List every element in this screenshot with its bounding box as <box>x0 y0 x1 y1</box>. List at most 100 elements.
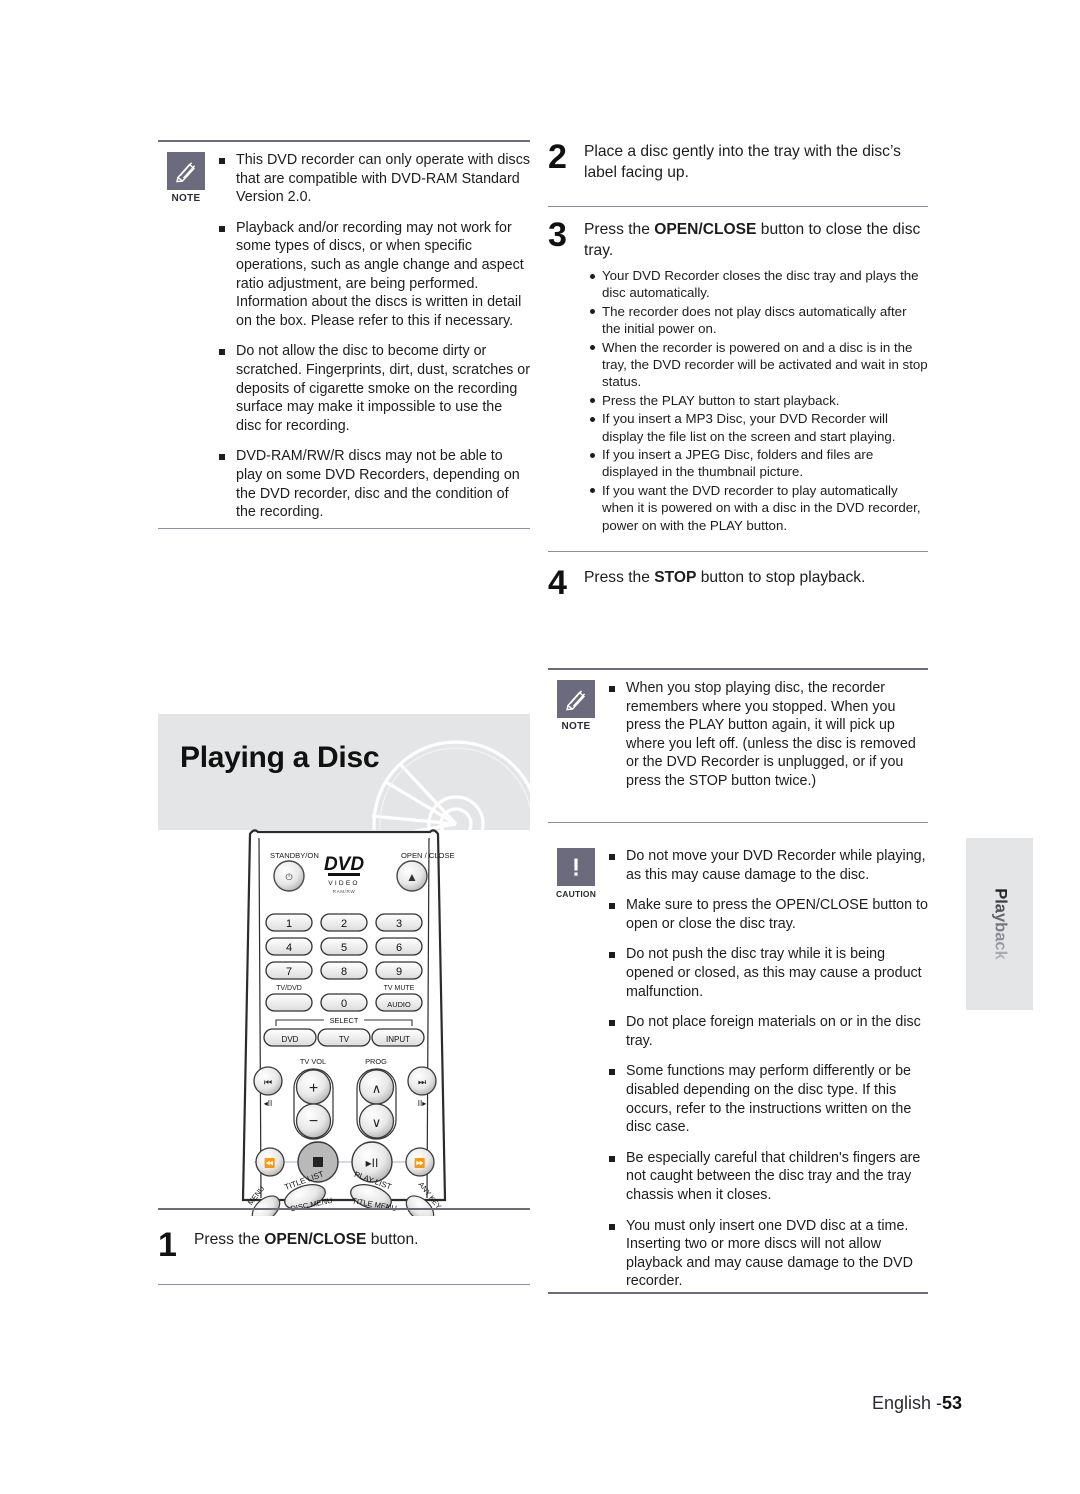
svg-text:SELECT: SELECT <box>330 1016 359 1025</box>
note-icon-wrap: NOTE <box>548 670 604 732</box>
list-item: Playback and/or recording may not work f… <box>214 219 530 331</box>
caution-icon-wrap: CAUTION <box>548 838 604 899</box>
note-bullet-list: When you stop playing disc, the recorder… <box>604 679 928 791</box>
list-item: Your DVD Recorder closes the disc tray a… <box>588 267 928 302</box>
note-bullet-list: This DVD recorder can only operate with … <box>214 151 530 522</box>
footer-language: English - <box>871 1393 942 1413</box>
svg-text:5: 5 <box>341 942 347 954</box>
divider-step3-step4 <box>548 551 928 552</box>
svg-text:VIDEO: VIDEO <box>328 880 360 887</box>
step4-bold: STOP <box>654 569 697 586</box>
right-column: 2 Place a disc gently into the tray with… <box>548 0 928 1494</box>
svg-text:▸II: ▸II <box>366 1156 379 1170</box>
side-tab-label: Playback <box>991 888 1009 960</box>
svg-text:+: + <box>309 1080 318 1097</box>
side-tab-playback: Playback <box>966 838 1033 1010</box>
list-item: You must only insert one DVD disc at a t… <box>604 1217 928 1291</box>
svg-text:∨: ∨ <box>372 1115 382 1130</box>
caution-box: CAUTION Do not move your DVD Recorder wh… <box>548 838 928 1291</box>
divider-above-step1 <box>158 1208 530 1210</box>
svg-text:TV VOL: TV VOL <box>300 1057 326 1066</box>
divider-step2-step3 <box>548 206 928 207</box>
step-number: 1 <box>158 1226 177 1264</box>
svg-text:TV: TV <box>339 1035 350 1044</box>
svg-text:DVD: DVD <box>324 854 364 875</box>
caution-label: CAUTION <box>555 889 597 899</box>
svg-text:0: 0 <box>341 998 347 1010</box>
list-item: If you insert a JPEG Disc, folders and f… <box>588 446 928 481</box>
list-item: If you want the DVD recorder to play aut… <box>588 482 928 534</box>
svg-text:9: 9 <box>396 966 402 978</box>
step-number: 3 <box>548 216 567 254</box>
list-item: Be especially careful that children's fi… <box>604 1149 928 1205</box>
svg-text:8: 8 <box>341 966 347 978</box>
note-body: When you stop playing disc, the recorder… <box>604 670 928 791</box>
step3-before: Press the <box>584 221 655 238</box>
step-3: 3 Press the OPEN/CLOSE button to close t… <box>548 218 928 535</box>
divider-below-note-left <box>158 528 530 529</box>
list-item: Do not push the disc tray while it is be… <box>604 945 928 1001</box>
list-item: This DVD recorder can only operate with … <box>214 151 530 207</box>
footer-page-number: 53 <box>941 1393 962 1413</box>
step-number: 4 <box>548 564 567 602</box>
caution-body: Do not move your DVD Recorder while play… <box>604 838 928 1291</box>
svg-text:◂II: ◂II <box>264 1099 272 1108</box>
svg-text:∧: ∧ <box>372 1081 382 1096</box>
svg-text:TV MUTE: TV MUTE <box>384 985 415 992</box>
step3-bullet-list: Your DVD Recorder closes the disc tray a… <box>588 267 928 534</box>
svg-text:⏻: ⏻ <box>285 872 292 882</box>
divider-note-caution <box>548 822 928 823</box>
note-label: NOTE <box>171 193 201 204</box>
step-2: 2 Place a disc gently into the tray with… <box>548 140 928 183</box>
list-item: Some functions may perform differently o… <box>604 1062 928 1136</box>
step4-after: button to stop playback. <box>696 569 866 586</box>
pencil-icon <box>167 152 205 190</box>
svg-text:1: 1 <box>286 918 292 930</box>
step4-before: Press the <box>584 569 655 586</box>
svg-text:AUDIO: AUDIO <box>387 1000 411 1009</box>
step-text: Press the STOP button to stop playback. <box>584 566 865 589</box>
list-item: If you insert a MP3 Disc, your DVD Recor… <box>588 410 928 445</box>
disc-graphic-icon <box>348 720 530 830</box>
svg-text:▲: ▲ <box>406 870 418 884</box>
pencil-icon <box>557 680 595 718</box>
step-1-block: 1 Press the OPEN/CLOSE button. <box>158 1208 530 1264</box>
note-body: This DVD recorder can only operate with … <box>214 142 530 522</box>
list-item: When the recorder is powered on and a di… <box>588 339 928 391</box>
svg-text:RAM/RW: RAM/RW <box>333 889 356 894</box>
svg-text:DVD: DVD <box>282 1035 299 1044</box>
step-4: 4 Press the STOP button to stop playback… <box>548 564 928 602</box>
step-text: Press the OPEN/CLOSE button. <box>194 1228 418 1251</box>
remote-control-illustration: STANDBY/ON ⏻ DVD VIDEO RAM/RW OPEN / CLO… <box>158 826 530 1216</box>
svg-text:OPEN / CLOSE: OPEN / CLOSE <box>401 851 455 860</box>
svg-text:⏮: ⏮ <box>264 1077 272 1087</box>
list-item: Do not move your DVD Recorder while play… <box>604 847 928 884</box>
manual-page: NOTE This DVD recorder can only operate … <box>0 0 1080 1494</box>
caution-bullet-list: Do not move your DVD Recorder while play… <box>604 847 928 1291</box>
step1-after: button. <box>366 1231 419 1248</box>
step1-bold: OPEN/CLOSE <box>264 1231 367 1248</box>
list-item: Make sure to press the OPEN/CLOSE button… <box>604 896 928 933</box>
svg-text:⏩: ⏩ <box>414 1157 425 1168</box>
svg-text:7: 7 <box>286 966 292 978</box>
note-icon-wrap: NOTE <box>158 142 214 204</box>
exclamation-icon <box>557 848 595 886</box>
step-text: Place a disc gently into the tray with t… <box>584 143 901 181</box>
step1-before: Press the <box>194 1231 265 1248</box>
list-item: Do not place foreign materials on or in … <box>604 1013 928 1050</box>
svg-text:TV/DVD: TV/DVD <box>276 985 302 992</box>
list-item: The recorder does not play discs automat… <box>588 303 928 338</box>
note-label: NOTE <box>561 721 591 732</box>
page-footer: English -53 <box>872 1393 962 1414</box>
list-item: DVD-RAM/RW/R discs may not be able to pl… <box>214 447 530 521</box>
svg-text:II▸: II▸ <box>418 1099 426 1108</box>
divider-below-step1 <box>158 1284 530 1285</box>
list-item: Do not allow the disc to become dirty or… <box>214 342 530 435</box>
list-item: When you stop playing disc, the recorder… <box>604 679 928 791</box>
svg-text:⏭: ⏭ <box>418 1077 426 1087</box>
divider-bottom-right <box>548 1292 928 1294</box>
svg-text:PROG: PROG <box>365 1057 387 1066</box>
svg-text:3: 3 <box>396 918 402 930</box>
list-item: Press the PLAY button to start playback. <box>588 392 928 409</box>
step-number: 2 <box>548 138 567 176</box>
